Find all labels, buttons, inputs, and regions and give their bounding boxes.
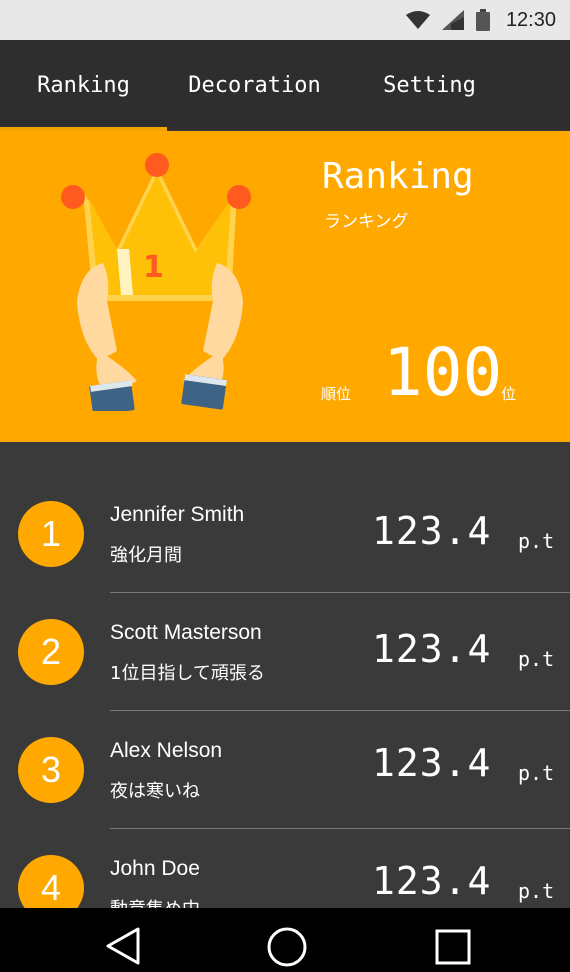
recents-icon[interactable] [434,928,472,966]
home-icon[interactable] [266,926,308,968]
back-icon[interactable] [104,926,142,966]
user-name: John Doe [110,857,200,880]
status-icons: 12:30 [405,0,556,40]
tab-setting[interactable]: Setting [342,40,517,130]
score-unit: p.t [518,761,555,785]
user-score: 123.4 [372,509,492,553]
user-name: Scott Masterson [110,621,262,644]
rank-unit: 位 [501,385,517,403]
rank-label: 順位 [321,385,352,403]
wifi-icon [405,11,430,29]
ranking-row-4[interactable]: 4 John Doe 動意集め中 123.4 p.t [0,829,570,908]
tab-bar: Ranking Decoration Setting [0,40,570,130]
hero-subtitle: ランキング [324,212,409,232]
status-time: 12:30 [505,8,556,31]
ranking-row-2[interactable]: 2 Scott Masterson 1位目指して頑張る 123.4 p.t [0,593,570,711]
user-comment: 夜は寒いね [110,781,200,802]
signal-icon [441,10,464,30]
rank-value: 100 [383,334,503,411]
rank-badge: 4 [18,855,84,908]
user-comment: 1位目指して頑張る [110,663,265,684]
tab-decoration[interactable]: Decoration [167,40,342,130]
score-unit: p.t [518,529,555,553]
ranking-list[interactable]: 1 Jennifer Smith 強化月間 123.4 p.t 2 Scott … [0,442,570,908]
battery-icon [475,9,490,31]
rank-badge: 1 [18,501,84,567]
crown-trophy-icon: 1 [61,153,251,411]
system-nav-bar [0,908,570,972]
user-score: 123.4 [372,627,492,671]
user-score: 123.4 [372,859,492,903]
score-unit: p.t [518,647,555,671]
user-score: 123.4 [372,741,492,785]
score-unit: p.t [518,879,555,903]
tab-ranking[interactable]: Ranking [0,40,167,130]
ranking-row-3[interactable]: 3 Alex Nelson 夜は寒いね 123.4 p.t [0,711,570,829]
svg-text:1: 1 [143,250,164,285]
user-name: Jennifer Smith [110,503,245,526]
user-comment: 動意集め中 [110,895,200,908]
user-comment: 強化月間 [110,545,182,566]
hero-title: Ranking [322,156,474,197]
rank-badge: 2 [18,619,84,685]
ranking-row-1[interactable]: 1 Jennifer Smith 強化月間 123.4 p.t [0,475,570,593]
status-bar: 12:30 [0,0,570,40]
user-name: Alex Nelson [110,739,223,762]
rank-badge: 3 [18,737,84,803]
